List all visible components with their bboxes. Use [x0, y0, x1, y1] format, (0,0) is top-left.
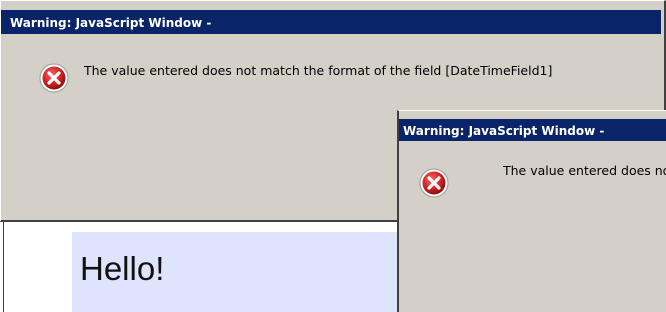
dialog-titlebar[interactable]: Warning: JavaScript Window -: [1, 10, 661, 34]
error-icon: [419, 168, 449, 198]
hello-text: Hello!: [80, 250, 165, 287]
dialog-titlebar[interactable]: Warning: JavaScript Window -: [399, 119, 666, 141]
dialog-message: The value entered does not: [503, 163, 666, 178]
page-border: [3, 222, 4, 312]
dialog-message: The value entered does not match the for…: [84, 63, 553, 78]
error-icon: [39, 63, 69, 93]
alert-dialog-2: Warning: JavaScript Window - The value e…: [397, 110, 666, 312]
